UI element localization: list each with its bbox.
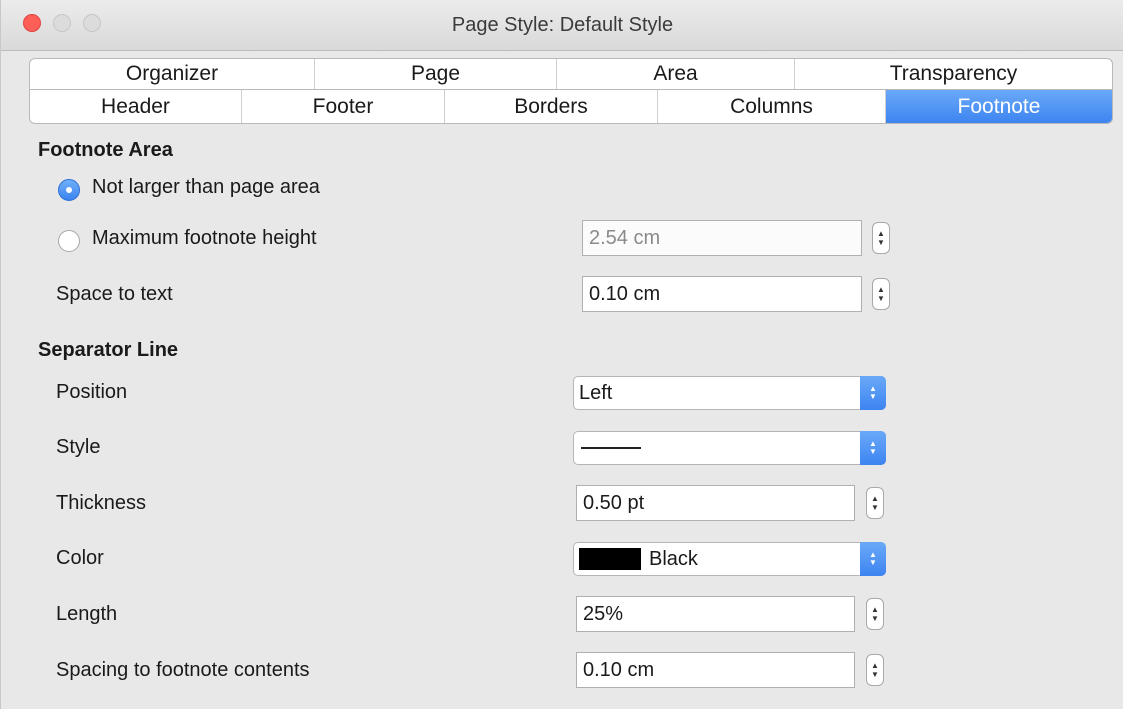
max-height-stepper[interactable]: ▲ ▼ xyxy=(872,222,890,254)
position-select[interactable]: Left ▲ ▼ xyxy=(573,376,886,410)
tab-transparency[interactable]: Transparency xyxy=(795,59,1112,89)
style-select[interactable]: ▲ ▼ xyxy=(573,431,886,465)
thickness-label: Thickness xyxy=(56,492,147,514)
thickness-input[interactable] xyxy=(576,485,855,521)
window-title: Page Style: Default Style xyxy=(451,14,674,36)
not-larger-radio[interactable] xyxy=(58,179,80,201)
footnote-area-heading: Footnote Area xyxy=(38,139,173,161)
tab-borders[interactable]: Borders xyxy=(445,90,658,123)
chevron-up-down-icon: ▲ ▼ xyxy=(860,376,886,410)
max-height-input[interactable] xyxy=(582,220,862,256)
max-height-radio[interactable] xyxy=(58,230,80,252)
color-value: Black xyxy=(649,547,698,570)
title-bar: Page Style: Default Style xyxy=(1,0,1123,51)
max-height-label[interactable]: Maximum footnote height xyxy=(92,227,317,250)
tab-row-1: Organizer Page Area Transparency xyxy=(29,58,1113,90)
space-to-text-label: Space to text xyxy=(56,283,173,305)
thickness-stepper[interactable]: ▲ ▼ xyxy=(866,487,884,519)
page-style-dialog: Page Style: Default Style Organizer Page… xyxy=(0,0,1123,709)
tab-columns[interactable]: Columns xyxy=(658,90,886,123)
tab-area[interactable]: Area xyxy=(557,59,795,89)
tab-row-2: Header Footer Borders Columns Footnote xyxy=(29,90,1113,124)
tab-page[interactable]: Page xyxy=(315,59,557,89)
spacing-label: Spacing to footnote contents xyxy=(56,659,310,681)
chevron-up-down-icon: ▲ ▼ xyxy=(860,542,886,576)
length-stepper[interactable]: ▲ ▼ xyxy=(866,598,884,630)
style-label: Style xyxy=(56,436,101,458)
color-swatch xyxy=(579,548,641,570)
length-label: Length xyxy=(56,603,118,625)
space-to-text-stepper[interactable]: ▲ ▼ xyxy=(872,278,890,310)
tab-header[interactable]: Header xyxy=(30,90,242,123)
line-style-sample xyxy=(581,447,641,449)
not-larger-label[interactable]: Not larger than page area xyxy=(92,176,320,199)
length-input[interactable] xyxy=(576,596,855,632)
spacing-stepper[interactable]: ▲ ▼ xyxy=(866,654,884,686)
space-to-text-input[interactable] xyxy=(582,276,862,312)
spacing-input[interactable] xyxy=(576,652,855,688)
chevron-up-down-icon: ▲ ▼ xyxy=(860,431,886,465)
color-label: Color xyxy=(56,547,104,569)
separator-line-heading: Separator Line xyxy=(38,339,179,361)
position-value: Left xyxy=(579,381,613,404)
position-label: Position xyxy=(56,381,128,403)
tab-footer[interactable]: Footer xyxy=(242,90,445,123)
color-select[interactable]: Black ▲ ▼ xyxy=(573,542,886,576)
tab-footnote[interactable]: Footnote xyxy=(886,90,1112,123)
tab-organizer[interactable]: Organizer xyxy=(30,59,315,89)
